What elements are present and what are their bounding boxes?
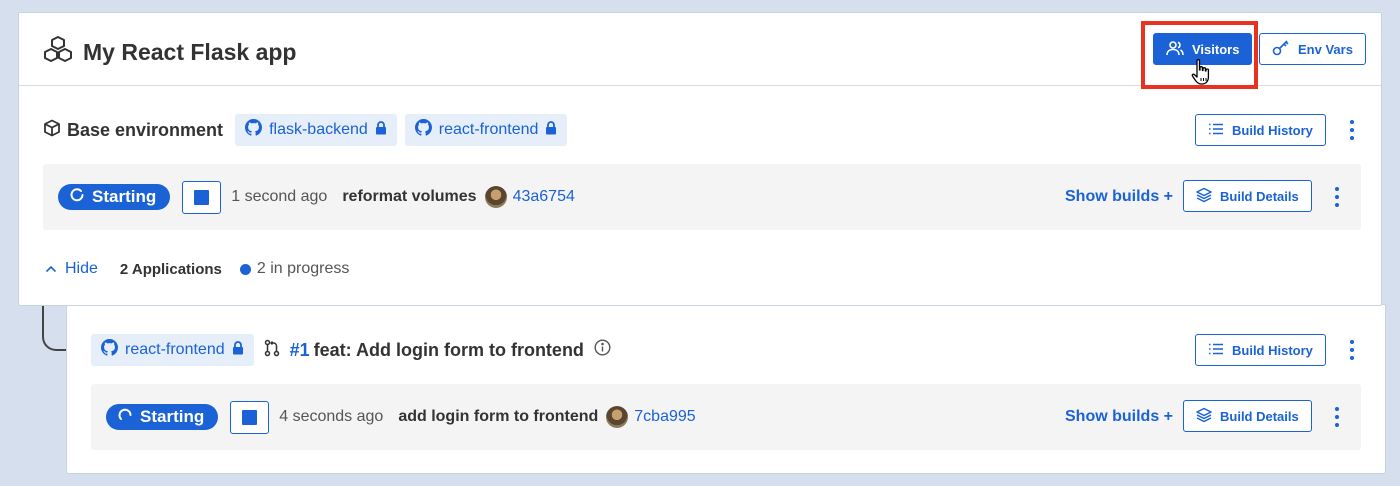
show-builds-link[interactable]: Show builds +	[1065, 408, 1173, 426]
hide-toggle[interactable]: Hide	[45, 260, 98, 278]
tree-connector	[42, 305, 67, 351]
avatar	[484, 186, 507, 208]
repo-name: flask-backend	[269, 121, 368, 138]
cube-icon	[43, 119, 61, 142]
repo-chip-react-frontend[interactable]: react-frontend	[404, 114, 568, 146]
repo-chip-react-frontend[interactable]: react-frontend	[91, 334, 254, 366]
build-history-label: Build History	[1232, 122, 1313, 138]
chevron-up-icon	[45, 260, 57, 278]
avatar	[606, 406, 629, 428]
build-details-label: Build Details	[1220, 408, 1299, 424]
page-title: My React Flask app	[43, 35, 296, 69]
progress-indicator: 2 in progress	[239, 260, 350, 278]
commit-message: reformat volumes	[342, 188, 477, 205]
github-icon	[414, 119, 432, 141]
env-vars-button[interactable]: Env Vars	[1259, 33, 1366, 65]
build-details-label: Build Details	[1220, 188, 1299, 204]
base-environment-title: Base environment	[43, 119, 223, 142]
build-time: 4 seconds ago	[279, 408, 384, 425]
build-details-button[interactable]: Build Details	[1183, 180, 1312, 212]
build-history-button[interactable]: Build History	[1195, 334, 1326, 366]
more-options-icon[interactable]	[1344, 118, 1360, 142]
layers-icon	[1196, 187, 1212, 206]
repo-name: react-frontend	[438, 121, 539, 138]
more-options-icon[interactable]	[1344, 338, 1360, 362]
repo-chip-flask-backend[interactable]: flask-backend	[235, 114, 397, 146]
application-title-row: react-frontend #1 feat: Add login form t…	[91, 333, 611, 367]
more-options-icon[interactable]	[1329, 185, 1345, 209]
repo-name: react-frontend	[125, 341, 225, 358]
build-details-button[interactable]: Build Details	[1183, 400, 1312, 432]
layers-icon	[1196, 407, 1212, 426]
commit-message: add login form to frontend	[398, 408, 599, 425]
lock-icon	[375, 120, 387, 140]
status-badge: Starting	[106, 404, 219, 430]
base-status-bar: Starting 1 second ago reformat volumes 4…	[43, 164, 1361, 230]
applications-count: 2 Applications	[119, 260, 222, 278]
status-badge: Starting	[58, 184, 171, 210]
pull-request-number[interactable]: #1	[290, 340, 310, 361]
lock-icon	[232, 340, 244, 360]
build-history-label: Build History	[1232, 342, 1313, 358]
key-icon	[1272, 39, 1290, 59]
status-label: Starting	[92, 187, 157, 206]
build-time: 1 second ago	[231, 188, 328, 205]
stop-icon	[242, 409, 258, 425]
app-title-text: My React Flask app	[83, 38, 297, 65]
pull-request-title: feat: Add login form to frontend	[313, 339, 584, 360]
pull-request-icon	[264, 339, 280, 362]
progress-dot-icon	[239, 263, 251, 275]
application-card: react-frontend #1 feat: Add login form t…	[66, 304, 1386, 474]
applications-summary: Hide 2 Applications 2 in progress	[45, 259, 349, 279]
list-icon	[1208, 123, 1224, 138]
commit-sha-link[interactable]: 7cba995	[634, 408, 695, 426]
status-label: Starting	[140, 407, 205, 426]
more-options-icon[interactable]	[1329, 405, 1345, 429]
env-vars-label: Env Vars	[1298, 41, 1353, 57]
list-icon	[1208, 343, 1224, 358]
commit-sha-link[interactable]: 43a6754	[513, 188, 575, 206]
stop-icon	[194, 189, 210, 205]
progress-label: 2 in progress	[256, 260, 350, 277]
stop-button[interactable]	[182, 180, 222, 214]
spinner-icon	[70, 187, 84, 207]
stop-button[interactable]	[230, 400, 270, 434]
info-icon[interactable]	[594, 339, 611, 361]
hide-label: Hide	[65, 260, 98, 277]
lock-icon	[545, 120, 557, 140]
show-builds-link[interactable]: Show builds +	[1065, 188, 1173, 206]
spinner-icon	[118, 407, 132, 427]
hand-cursor-icon	[1190, 58, 1214, 91]
github-icon	[101, 339, 118, 361]
base-environment-label: Base environment	[67, 119, 224, 140]
build-history-button[interactable]: Build History	[1195, 114, 1326, 146]
cubes-icon	[43, 35, 73, 69]
application-status-bar: Starting 4 seconds ago add login form to…	[91, 384, 1361, 450]
base-environment-row: Base environment flask-backend react-fro…	[43, 113, 568, 147]
github-icon	[245, 119, 263, 141]
